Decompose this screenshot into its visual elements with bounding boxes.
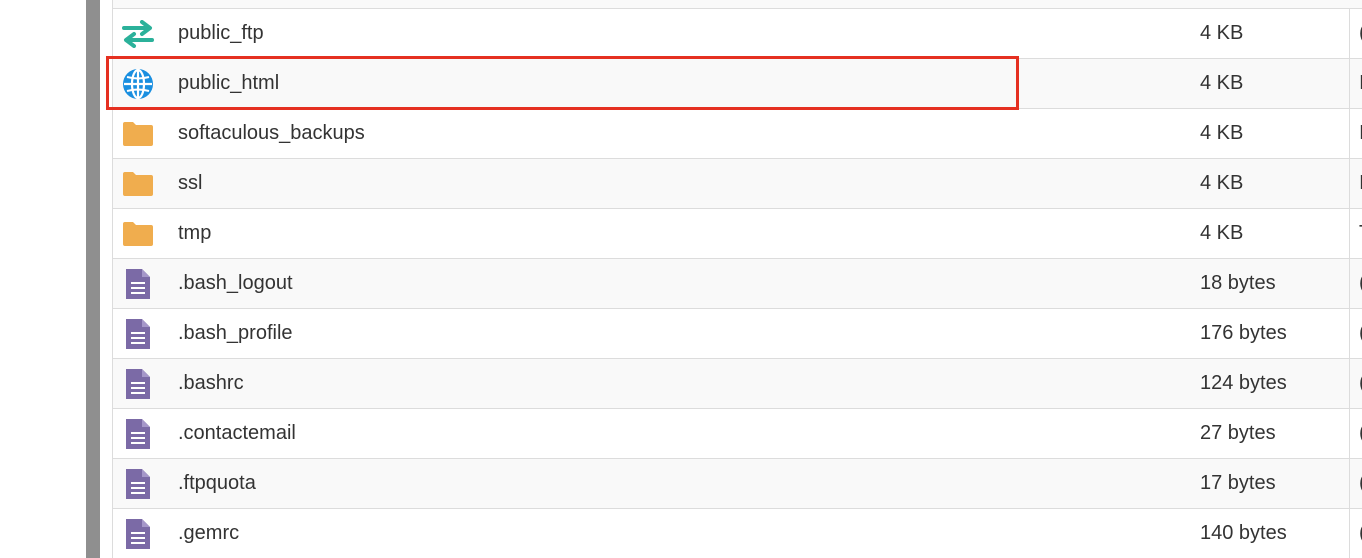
file-size: 4 KB (1200, 122, 1244, 144)
column-divider (1349, 259, 1350, 308)
file-name[interactable]: public_html (178, 59, 279, 108)
ftp-transfer-icon (122, 18, 154, 50)
globe-icon (122, 68, 154, 100)
text-file-icon (122, 268, 154, 300)
table-row[interactable]: public_html 4 KB I (113, 59, 1362, 109)
table-row[interactable]: public_ftp 4 KB ( (113, 9, 1362, 59)
file-size: 27 bytes (1200, 422, 1276, 444)
file-name[interactable]: .bash_profile (178, 309, 293, 358)
file-size: 124 bytes (1200, 372, 1287, 394)
file-size: 4 KB (1200, 222, 1244, 244)
file-name[interactable]: .contactemail (178, 409, 296, 458)
text-file-icon (122, 518, 154, 550)
file-name[interactable]: ssl (178, 159, 202, 208)
file-size: 18 bytes (1200, 272, 1276, 294)
table-row[interactable]: tmp 4 KB T (113, 209, 1362, 259)
folder-icon (122, 118, 154, 150)
column-divider (1349, 459, 1350, 508)
table-row[interactable]: .contactemail 27 bytes ( (113, 409, 1362, 459)
file-list-table: public_ftp 4 KB ( public_html 4 KB I (112, 0, 1362, 558)
column-divider (1349, 409, 1350, 458)
column-divider (1349, 209, 1350, 258)
column-divider (1349, 309, 1350, 358)
column-divider (1349, 159, 1350, 208)
file-name[interactable]: .ftpquota (178, 459, 256, 508)
file-size: 140 bytes (1200, 522, 1287, 544)
table-row[interactable]: .gemrc 140 bytes ( (113, 509, 1362, 558)
table-row[interactable]: .bashrc 124 bytes ( (113, 359, 1362, 409)
file-size: 17 bytes (1200, 472, 1276, 494)
table-row[interactable]: .ftpquota 17 bytes ( (113, 459, 1362, 509)
table-row[interactable]: ssl 4 KB I (113, 159, 1362, 209)
column-divider (1349, 59, 1350, 108)
file-name[interactable]: softaculous_backups (178, 109, 365, 158)
column-divider (1349, 509, 1350, 558)
text-file-icon (122, 418, 154, 450)
file-name[interactable]: .gemrc (178, 509, 239, 558)
column-divider (1349, 359, 1350, 408)
file-manager-page: public_ftp 4 KB ( public_html 4 KB I (0, 0, 1362, 558)
file-size: 176 bytes (1200, 322, 1287, 344)
table-row[interactable]: .bash_logout 18 bytes ( (113, 259, 1362, 309)
column-divider (1349, 109, 1350, 158)
file-size: 4 KB (1200, 22, 1244, 44)
table-row[interactable]: .bash_profile 176 bytes ( (113, 309, 1362, 359)
file-size: 4 KB (1200, 72, 1244, 94)
folder-icon (122, 168, 154, 200)
file-name[interactable]: public_ftp (178, 9, 264, 58)
file-size: 4 KB (1200, 172, 1244, 194)
previous-row-edge (113, 0, 1362, 9)
folder-icon (122, 218, 154, 250)
column-divider (1349, 9, 1350, 58)
file-name[interactable]: .bashrc (178, 359, 244, 408)
table-row[interactable]: softaculous_backups 4 KB I (113, 109, 1362, 159)
file-name[interactable]: tmp (178, 209, 211, 258)
file-name[interactable]: .bash_logout (178, 259, 293, 308)
left-panel-divider[interactable] (86, 0, 100, 558)
text-file-icon (122, 368, 154, 400)
text-file-icon (122, 318, 154, 350)
text-file-icon (122, 468, 154, 500)
